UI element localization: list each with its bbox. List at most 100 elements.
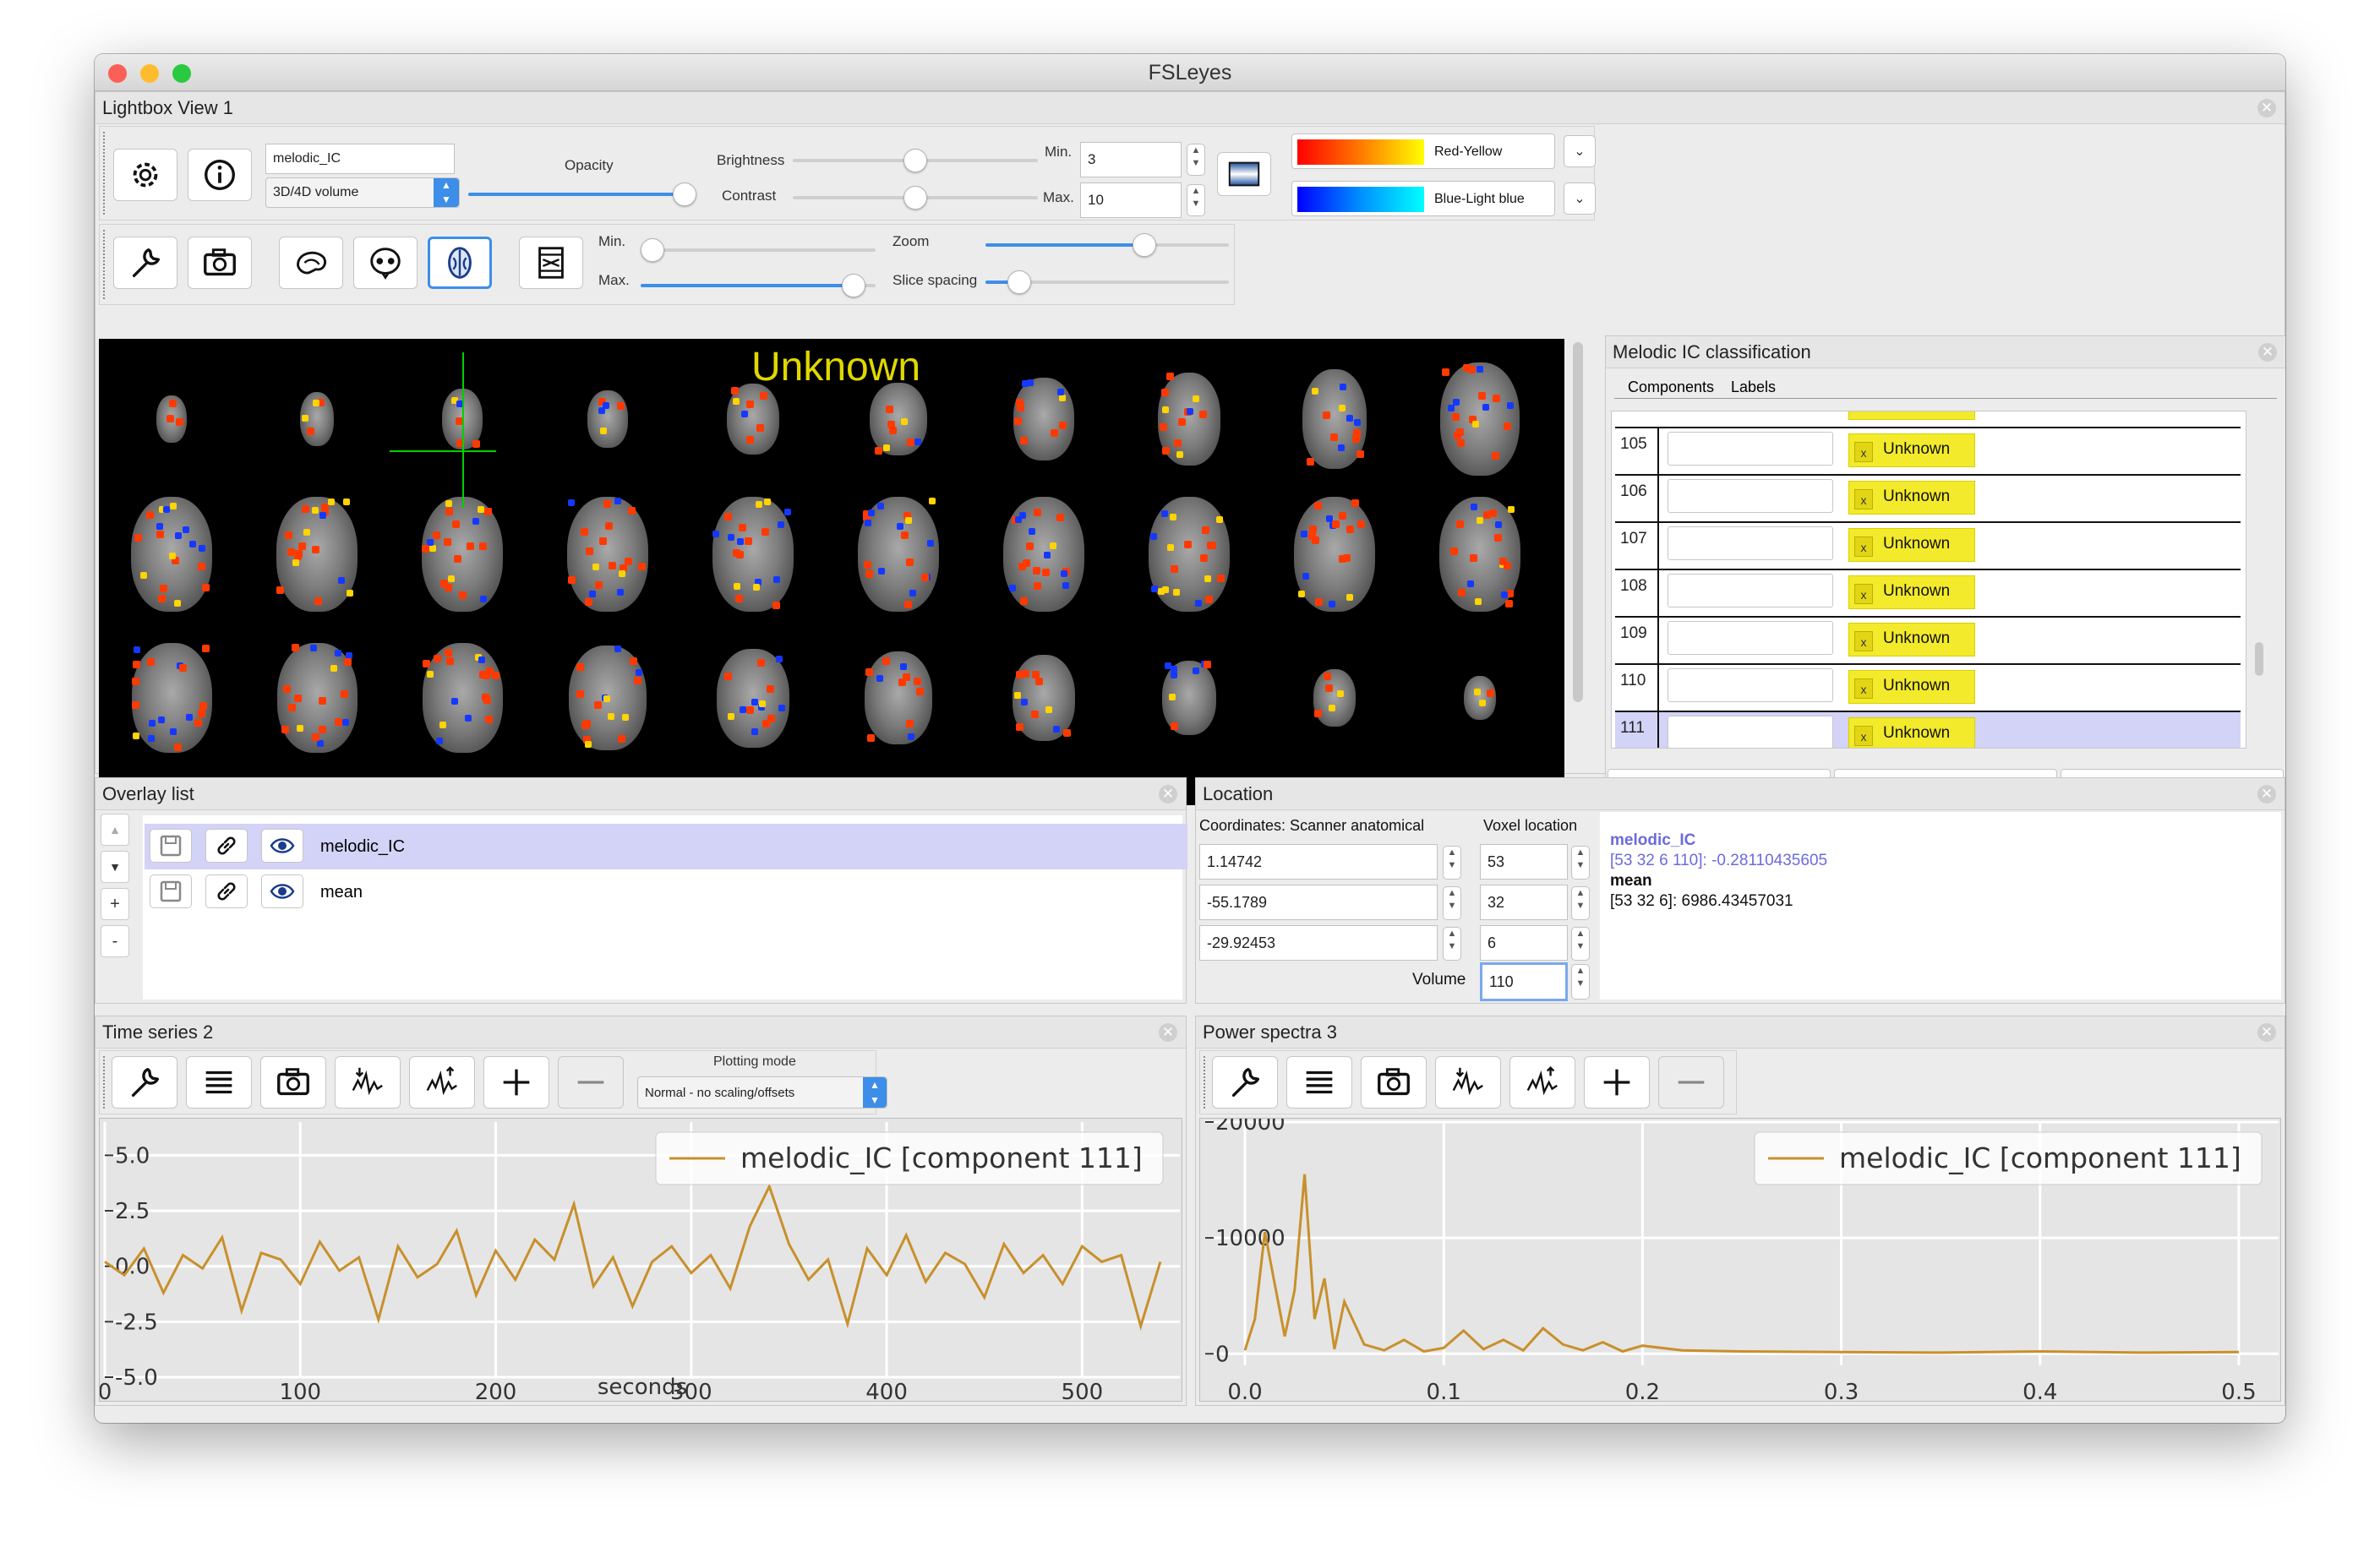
world-z-spinner[interactable]: ▲ ▼ — [1443, 927, 1461, 961]
slice-max-slider[interactable] — [641, 274, 876, 297]
close-panel-icon[interactable]: ✕ — [2257, 99, 2276, 117]
voxel-y-spinner[interactable]: ▲ ▼ — [1571, 886, 1590, 920]
plot-screenshot-button[interactable] — [260, 1056, 326, 1109]
voxel-x-spinner[interactable]: ▲ ▼ — [1571, 846, 1590, 880]
overlay-settings-button[interactable] — [113, 149, 177, 201]
slider-knob[interactable] — [903, 186, 927, 210]
link-overlay-button[interactable] — [205, 829, 248, 863]
positive-cmap-dropdown[interactable]: ⌄ — [1564, 135, 1596, 167]
label-input[interactable] — [1668, 668, 1833, 702]
power-spectra-plot[interactable]: 0.0 0.1 0.2 0.3 0.4 0.5 20000 10000 0 melodic_IC … — [1199, 1118, 2281, 1402]
toolbar-grip[interactable] — [103, 230, 106, 299]
axial-view-button[interactable] — [428, 237, 492, 289]
volume-field[interactable]: 110 — [1480, 962, 1568, 1001]
voxel-z-field[interactable]: 6 — [1480, 925, 1568, 961]
slider-knob[interactable] — [841, 274, 865, 297]
remove-label-button[interactable]: x — [1854, 584, 1873, 604]
view-settings-button[interactable] — [113, 237, 177, 289]
import-data-button[interactable] — [1435, 1056, 1501, 1109]
minimize-window-button[interactable] — [140, 64, 159, 83]
toolbar-grip[interactable] — [1204, 1056, 1207, 1109]
import-data-button[interactable] — [335, 1056, 401, 1109]
toggle-visibility-button[interactable] — [261, 829, 303, 863]
movie-mode-button[interactable] — [519, 237, 583, 289]
table-row[interactable]: 106 x Unknown — [1615, 476, 2241, 523]
plot-settings-button[interactable] — [1212, 1056, 1278, 1109]
negative-colormap-select[interactable]: Blue-Light blue — [1291, 181, 1555, 216]
coronal-view-button[interactable] — [353, 237, 418, 289]
display-max-field[interactable]: 10 — [1080, 182, 1182, 218]
save-overlay-button[interactable] — [150, 829, 192, 863]
remove-label-button[interactable]: x — [1854, 442, 1873, 462]
voxel-z-spinner[interactable]: ▲ ▼ — [1571, 927, 1590, 961]
plot-settings-button[interactable] — [112, 1056, 177, 1109]
time-series-plot[interactable]: 0 100 200 300 400 5005.02.50.0-2.5-5.0 seconds… — [99, 1118, 1182, 1402]
slider-knob[interactable] — [1007, 270, 1031, 294]
add-overlay-button[interactable]: + — [101, 888, 129, 920]
table-scrollbar[interactable] — [2255, 642, 2263, 676]
voxel-x-field[interactable]: 53 — [1480, 844, 1568, 880]
remove-series-button[interactable] — [1658, 1056, 1724, 1109]
brightness-slider[interactable] — [793, 149, 1038, 172]
link-overlay-button[interactable] — [205, 874, 248, 908]
add-series-button[interactable] — [483, 1056, 549, 1109]
world-y-field[interactable]: -55.1789 — [1199, 885, 1438, 920]
overlay-type-select[interactable]: 3D/4D volume ▲ ▼ — [265, 177, 460, 208]
negative-cmap-toggle-button[interactable] — [1217, 152, 1271, 196]
toolbar-grip[interactable] — [103, 1056, 106, 1109]
remove-label-button[interactable]: x — [1854, 678, 1873, 699]
toolbar-grip[interactable] — [103, 132, 106, 215]
display-min-field[interactable]: 3 — [1080, 142, 1182, 177]
slider-knob[interactable] — [1133, 233, 1157, 257]
remove-label-button[interactable]: x — [1854, 489, 1873, 509]
slice-min-slider[interactable] — [641, 238, 876, 262]
close-panel-icon[interactable]: ✕ — [1159, 1023, 1177, 1042]
table-row[interactable]: 110 x Unknown — [1615, 665, 2241, 712]
table-row[interactable]: 111 x Unknown — [1615, 712, 2241, 748]
lightbox-scrollbar[interactable] — [1573, 342, 1583, 702]
negative-cmap-dropdown[interactable]: ⌄ — [1564, 182, 1596, 215]
close-panel-icon[interactable]: ✕ — [2257, 785, 2276, 804]
close-window-button[interactable] — [108, 64, 127, 83]
overlay-name-field[interactable]: melodic_IC — [265, 144, 455, 174]
label-input[interactable] — [1668, 479, 1833, 513]
world-x-field[interactable]: 1.14742 — [1199, 844, 1438, 880]
overlay-item-mean[interactable]: mean — [145, 869, 1187, 915]
overlay-info-button[interactable] — [188, 149, 252, 201]
opacity-slider[interactable] — [468, 182, 696, 206]
remove-overlay-button[interactable]: - — [101, 925, 129, 957]
contrast-slider[interactable] — [793, 186, 1038, 210]
world-x-spinner[interactable]: ▲ ▼ — [1443, 846, 1461, 880]
remove-label-button[interactable]: x — [1854, 726, 1873, 746]
table-row[interactable]: 105 x Unknown — [1615, 428, 2241, 476]
label-input[interactable] — [1668, 621, 1833, 655]
close-panel-icon[interactable]: ✕ — [2257, 1023, 2276, 1042]
label-input[interactable] — [1668, 574, 1833, 607]
remove-series-button[interactable] — [558, 1056, 624, 1109]
remove-label-button[interactable]: x — [1854, 631, 1873, 651]
screenshot-button[interactable] — [188, 237, 252, 289]
lightbox-canvas[interactable]: Unknown — [99, 339, 1564, 805]
world-z-field[interactable]: -29.92453 — [1199, 925, 1438, 961]
tab-components[interactable]: Components — [1628, 379, 1714, 396]
table-row[interactable] — [1615, 411, 2241, 428]
slice-spacing-slider[interactable] — [985, 270, 1229, 294]
remove-label-button[interactable]: x — [1854, 537, 1873, 557]
toggle-visibility-button[interactable] — [261, 874, 303, 908]
sagittal-view-button[interactable] — [279, 237, 343, 289]
volume-spinner[interactable]: ▲ ▼ — [1571, 964, 1590, 1000]
zoom-slider[interactable] — [985, 233, 1229, 257]
table-row[interactable]: 107 x Unknown — [1615, 523, 2241, 570]
export-data-button[interactable] — [409, 1056, 475, 1109]
label-input[interactable] — [1668, 432, 1833, 466]
slider-knob[interactable] — [673, 182, 696, 206]
slider-knob[interactable] — [903, 149, 927, 172]
add-series-button[interactable] — [1584, 1056, 1650, 1109]
move-overlay-down-button[interactable]: ▼ — [101, 851, 129, 883]
plot-screenshot-button[interactable] — [1361, 1056, 1427, 1109]
zoom-window-button[interactable] — [172, 64, 191, 83]
move-overlay-up-button[interactable]: ▲ — [101, 814, 129, 846]
display-min-spinner[interactable]: ▲ ▼ — [1187, 144, 1205, 176]
tab-labels[interactable]: Labels — [1731, 379, 1776, 396]
table-row[interactable]: 109 x Unknown — [1615, 618, 2241, 665]
